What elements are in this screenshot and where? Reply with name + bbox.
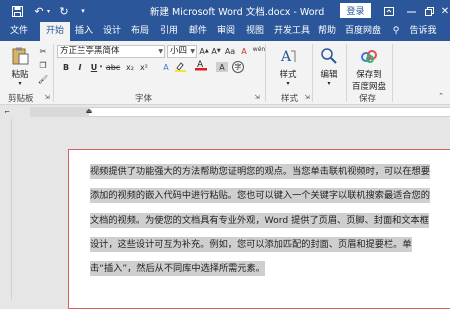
separator <box>392 44 393 102</box>
font-name-value: 方正兰亭黑简体 <box>60 46 120 56</box>
paste-dropdown-icon[interactable]: ▾ <box>18 80 21 87</box>
cut-icon[interactable]: ✂ <box>37 46 49 56</box>
ribbon-tabs: 文件 开始 插入 设计 布局 引用 邮件 审阅 视图 开发工具 帮助 百度网盘 … <box>0 22 450 41</box>
separator <box>312 44 313 102</box>
copy-icon[interactable]: ❐ <box>37 60 49 70</box>
document-area: 视频提供了功能强大的方法帮助您证明您的观点。当您单击联机视频时，可以在想要添加的… <box>0 119 450 309</box>
login-button[interactable]: 登录 <box>340 3 371 18</box>
page[interactable]: 视频提供了功能强大的方法帮助您证明您的观点。当您单击联机视频时，可以在想要添加的… <box>68 149 450 309</box>
styles-group-label: 样式 <box>281 94 299 104</box>
save-to-baidu-label-1: 保存到 <box>356 70 382 80</box>
clipboard-launcher-icon[interactable]: ⇲ <box>43 92 51 102</box>
separator <box>346 44 347 102</box>
font-size-value: 小四 <box>170 46 188 56</box>
chevron-down-icon: ▼ <box>158 48 163 55</box>
underline-dropdown-icon[interactable]: ▾ <box>98 62 104 72</box>
font-size-select[interactable]: 小四 ▼ <box>167 45 197 58</box>
tab-references[interactable]: 引用 <box>157 22 181 41</box>
tab-view[interactable]: 视图 <box>243 22 267 41</box>
customize-toolbar-icon[interactable]: ▾ <box>78 4 88 18</box>
ruler-margin-left <box>30 107 89 117</box>
ribbon-display-options-icon[interactable] <box>383 4 395 18</box>
format-painter-icon[interactable]: 🖌 <box>37 74 49 84</box>
close-icon[interactable]: ✕ <box>440 4 450 18</box>
bold-button[interactable]: B <box>60 62 72 72</box>
highlight-color-icon[interactable] <box>174 62 186 72</box>
separator <box>53 44 54 102</box>
document-paragraph[interactable]: 视频提供了功能强大的方法帮助您证明您的观点。当您单击联机视频时，可以在想要添加的… <box>90 160 430 281</box>
italic-button[interactable]: I <box>74 62 86 72</box>
styles-dropdown-icon: ▾ <box>286 80 290 87</box>
tab-layout[interactable]: 布局 <box>128 22 152 41</box>
undo-dropdown-icon[interactable]: ▾ <box>45 4 52 18</box>
tab-baidu-netdisk[interactable]: 百度网盘 <box>343 22 383 41</box>
minimize-icon[interactable] <box>405 4 417 18</box>
ribbon: 粘贴 ▾ ✂ ❐ 🖌 剪贴板 ⇲ 方正兰亭黑简体 ▼ 小四 ▼ A ▲ A ▼ Aa… <box>0 41 450 105</box>
ruler-track[interactable] <box>89 107 450 117</box>
save-group-label: 保存 <box>359 94 377 104</box>
separator <box>265 44 266 102</box>
styles-launcher-icon[interactable]: ⇲ <box>303 92 311 102</box>
shrink-font-icon[interactable]: A ▼ <box>211 46 221 56</box>
collapse-ribbon-icon[interactable]: ⌃ <box>436 91 446 101</box>
editing-dropdown-icon: ▾ <box>327 80 331 87</box>
clear-formatting-icon[interactable]: A <box>239 46 249 56</box>
tab-design[interactable]: 设计 <box>100 22 124 41</box>
grow-font-icon[interactable]: A ▲ <box>199 46 209 56</box>
tab-mailings[interactable]: 邮件 <box>186 22 210 41</box>
paste-icon <box>12 47 29 65</box>
svg-text:A: A <box>280 49 292 65</box>
font-name-select[interactable]: 方正兰亭黑简体 ▼ <box>57 45 165 58</box>
change-case-icon[interactable]: Aa <box>223 46 237 56</box>
superscript-icon[interactable]: x² <box>138 62 150 72</box>
redo-icon[interactable]: ↻ <box>57 4 71 18</box>
tab-help[interactable]: 帮助 <box>315 22 339 41</box>
enclose-characters-icon[interactable]: 字 <box>232 61 244 73</box>
tab-developer[interactable]: 开发工具 <box>272 22 312 41</box>
selected-text[interactable]: 视频提供了功能强大的方法帮助您证明您的观点。当您单击联机视频时，可以在想要添加的… <box>90 164 430 277</box>
save-to-baidu-button[interactable]: 保存到 百度网盘 <box>349 46 389 92</box>
horizontal-ruler: ⌐ ⏏ <box>0 105 450 119</box>
editing-button[interactable]: 编辑 ▾ <box>316 46 342 87</box>
font-launcher-icon[interactable]: ⇲ <box>253 92 261 102</box>
baidu-cloud-icon <box>361 50 377 63</box>
tab-insert[interactable]: 插入 <box>72 22 96 41</box>
window-title: 新建 Microsoft Word 文档.docx - Word <box>150 7 325 18</box>
character-shading-icon[interactable]: A <box>216 62 228 72</box>
restore-icon[interactable] <box>423 4 435 18</box>
styles-button[interactable]: A 样式 ▾ <box>273 46 303 87</box>
clipboard-group-label: 剪贴板 <box>8 94 34 104</box>
save-icon[interactable] <box>10 4 24 18</box>
indent-marker-icon[interactable]: ⏏ <box>84 106 94 116</box>
vertical-ruler <box>0 119 12 300</box>
tab-file[interactable]: 文件 <box>6 22 32 41</box>
styles-label: 样式 <box>279 70 297 80</box>
font-group-label: 字体 <box>135 94 153 104</box>
editing-label: 编辑 <box>320 70 338 80</box>
strikethrough-icon[interactable]: abc <box>106 62 120 72</box>
save-to-baidu-label-2: 百度网盘 <box>351 82 386 92</box>
tell-me-search[interactable]: 告诉我 <box>405 22 441 41</box>
paste-label: 粘贴 <box>11 70 29 80</box>
font-color-icon[interactable]: A <box>195 60 207 71</box>
search-icon <box>321 48 337 64</box>
tab-review[interactable]: 审阅 <box>214 22 238 41</box>
paste-button[interactable]: 粘贴 ▾ <box>6 46 34 87</box>
chevron-down-icon: ▼ <box>190 48 195 55</box>
text-effects-icon[interactable]: A <box>160 62 172 72</box>
tab-home[interactable]: 开始 <box>40 22 70 41</box>
title-bar: ↶ ▾ ↻ ▾ 新建 Microsoft Word 文档.docx - Word… <box>0 0 450 22</box>
tab-selector-icon[interactable]: ⌐ <box>2 107 12 117</box>
undo-icon[interactable]: ↶ <box>32 4 46 18</box>
lightbulb-icon: ⚲ <box>392 26 400 36</box>
subscript-icon[interactable]: x₂ <box>124 62 136 72</box>
styles-icon: A <box>280 49 296 65</box>
